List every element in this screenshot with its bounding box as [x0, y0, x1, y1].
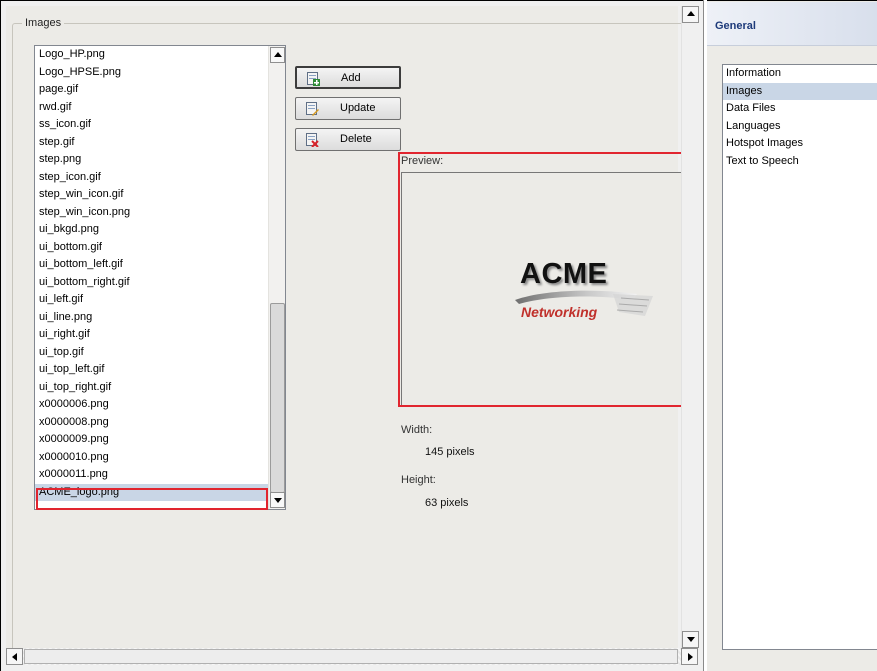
category-item[interactable]: Data Files [723, 100, 877, 118]
image-list-item[interactable]: ui_top.gif [35, 344, 269, 362]
delete-image-icon [306, 133, 319, 147]
panel-divider[interactable] [703, 0, 704, 671]
add-button-label: Add [341, 72, 361, 84]
general-panel-header: General [707, 2, 877, 46]
category-item[interactable]: Languages [723, 118, 877, 136]
logo-acme-text: ACME [520, 258, 608, 290]
image-list-item[interactable]: step.gif [35, 134, 269, 152]
image-list-item[interactable]: rwd.gif [35, 99, 269, 117]
width-label: Width: [401, 424, 433, 436]
category-item[interactable]: Information [723, 65, 877, 83]
update-button[interactable]: Update [295, 97, 401, 120]
add-button[interactable]: Add [295, 66, 401, 89]
images-group-label: Images [22, 17, 65, 29]
image-list-item[interactable]: ui_top_right.gif [35, 379, 269, 397]
image-list-item[interactable]: ss_icon.gif [35, 116, 269, 134]
image-list-item[interactable]: step_win_icon.png [35, 204, 269, 222]
image-list-item[interactable]: ui_bottom_left.gif [35, 256, 269, 274]
image-list-item[interactable]: ui_line.png [35, 309, 269, 327]
image-list-item[interactable]: x0000006.png [35, 396, 269, 414]
delete-button-label: Delete [340, 133, 372, 145]
image-list-item[interactable]: step.png [35, 151, 269, 169]
images-listbox[interactable]: Logo_HP.png Logo_HPSE.png page.gif rwd.gif s… [34, 45, 286, 510]
image-list-item[interactable]: step_icon.gif [35, 169, 269, 187]
image-list-item[interactable]: ACME_logo.png [35, 483, 269, 501]
logo-networking-text: Networking [521, 304, 598, 320]
general-panel-title: General [715, 20, 756, 32]
image-list-item[interactable]: ui_bottom_right.gif [35, 274, 269, 292]
image-list-item[interactable]: x0000009.png [35, 431, 269, 449]
images-list-scrollbar[interactable] [268, 46, 285, 509]
image-list-item[interactable]: step_win_icon.gif [35, 186, 269, 204]
panel-scroll-left-icon[interactable] [6, 648, 23, 665]
images-list-scroll-thumb[interactable] [270, 303, 285, 493]
panel-scroll-up-icon[interactable] [682, 6, 699, 23]
image-list-item[interactable]: Logo_HPSE.png [35, 64, 269, 82]
images-list-items: Logo_HP.png Logo_HPSE.png page.gif rwd.gif s… [35, 46, 269, 501]
category-item[interactable]: Images [723, 82, 877, 100]
category-listbox[interactable]: Information Images Data Files Languages Hots… [722, 64, 877, 650]
image-list-item[interactable]: ui_bkgd.png [35, 221, 269, 239]
add-image-icon [307, 72, 320, 86]
update-button-label: Update [340, 102, 376, 114]
height-value: 63 pixels [425, 497, 469, 509]
image-list-item[interactable]: x0000011.png [35, 466, 269, 484]
panel-scroll-right-icon[interactable] [681, 648, 698, 665]
preview-label: Preview: [401, 155, 444, 167]
panel-scroll-down-icon[interactable] [682, 631, 699, 648]
image-list-item[interactable]: x0000008.png [35, 414, 269, 432]
image-list-item[interactable]: Logo_HP.png [35, 46, 269, 64]
scroll-up-arrow-icon[interactable] [270, 47, 285, 63]
width-value: 145 pixels [425, 446, 475, 458]
panel-horizontal-scrollbar[interactable] [6, 648, 698, 665]
image-list-item[interactable]: page.gif [35, 81, 269, 99]
category-item[interactable]: Hotspot Images [723, 135, 877, 153]
image-list-item[interactable]: ui_top_left.gif [35, 361, 269, 379]
delete-button[interactable]: Delete [295, 128, 401, 151]
acme-networking-logo: ACME Networking [513, 254, 661, 330]
image-list-item[interactable]: ui_left.gif [35, 291, 269, 309]
scroll-down-arrow-icon[interactable] [270, 492, 285, 508]
panel-vertical-scrollbar[interactable] [681, 6, 699, 648]
height-label: Height: [401, 474, 436, 486]
update-image-icon [306, 102, 319, 116]
image-list-item[interactable]: ui_right.gif [35, 326, 269, 344]
image-list-item[interactable]: x0000010.png [35, 449, 269, 467]
panel-horizontal-scroll-thumb[interactable] [24, 649, 678, 664]
image-list-item[interactable]: ui_bottom.gif [35, 239, 269, 257]
category-item[interactable]: Text to Speech [723, 153, 877, 171]
